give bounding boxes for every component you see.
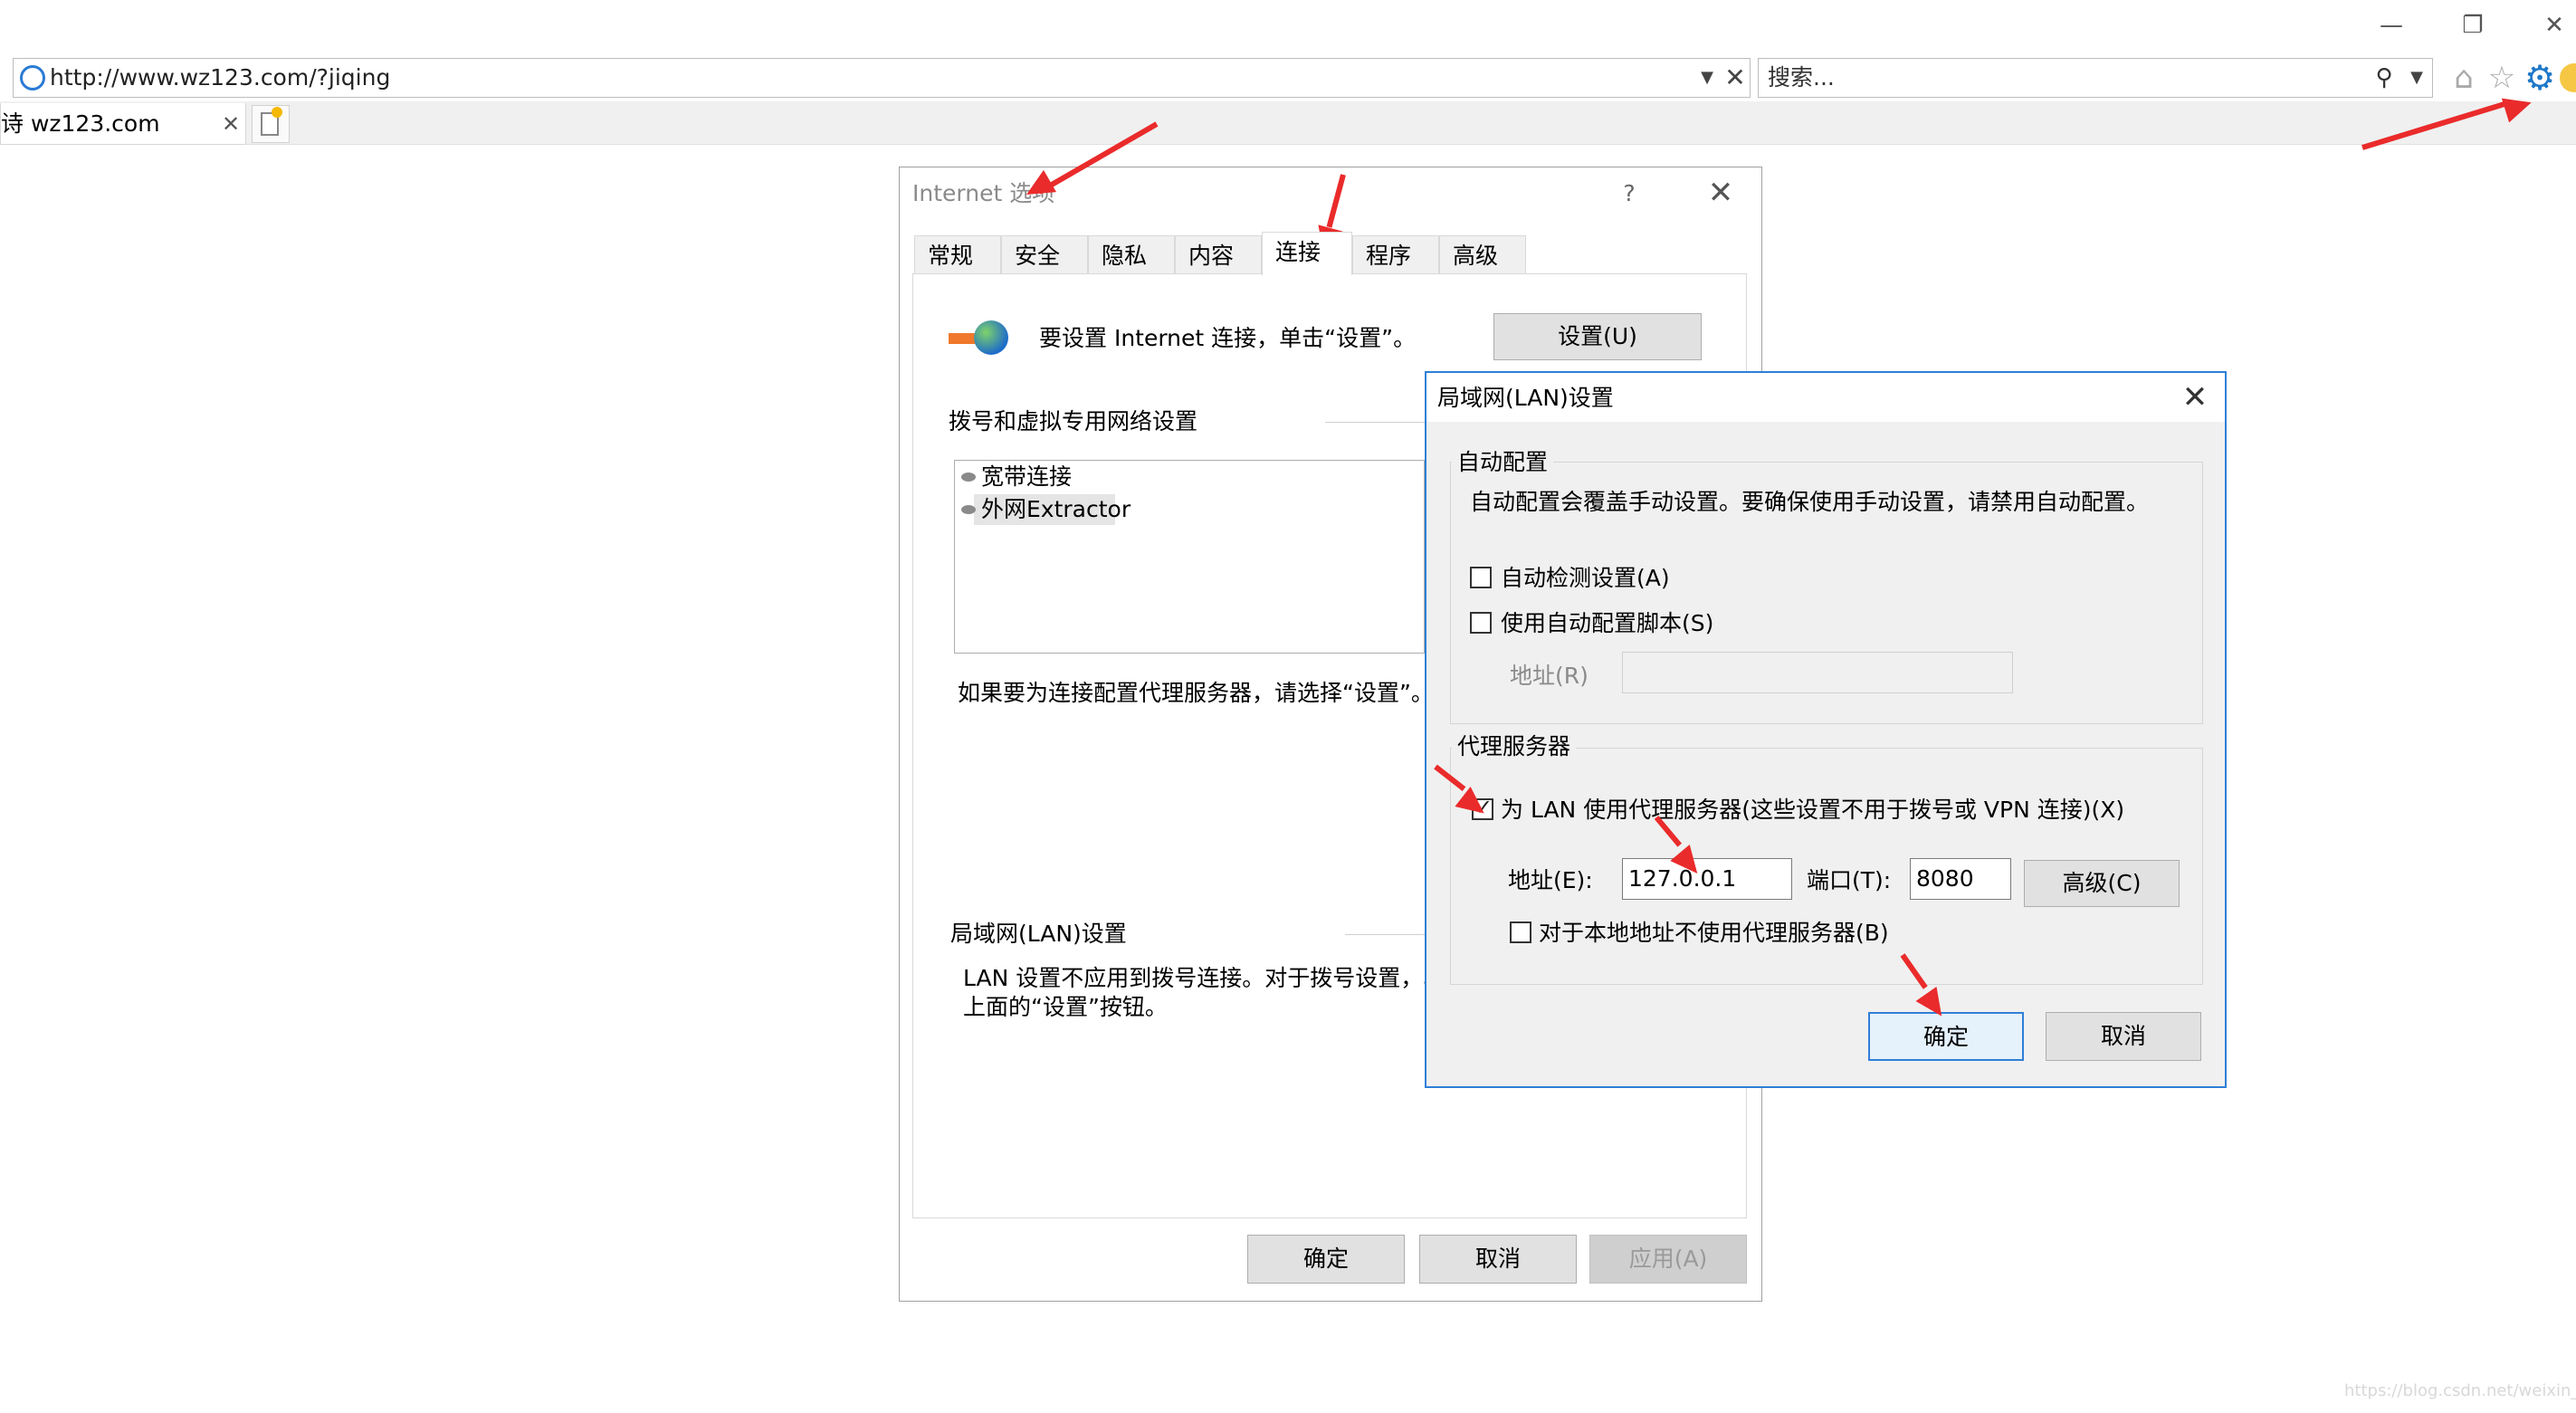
proxy-address-input[interactable]: 127.0.0.1: [1622, 858, 1792, 900]
address-dropdown-icon[interactable]: ▼: [1694, 58, 1720, 98]
watermark: https://blog.csdn.net/weixin_...: [2344, 1381, 2576, 1400]
lan-dialog-title: 局域网(LAN)设置: [1437, 385, 1614, 411]
bypass-local-checkbox[interactable]: [1510, 921, 1531, 943]
tab-content[interactable]: 内容: [1175, 235, 1262, 273]
dialup-section-label: 拨号和虚拟专用网络设置: [949, 408, 1198, 434]
lan-description: 上面的“设置”按钮。: [963, 994, 1168, 1020]
tab-security[interactable]: 安全: [1001, 235, 1088, 273]
proxy-hint-text: 如果要为连接配置代理服务器，请选择“设置”。: [958, 680, 1434, 706]
setup-button[interactable]: 设置(U): [1493, 313, 1702, 360]
ie-icon: [20, 65, 45, 91]
auto-script-label: 使用自动配置脚本(S): [1501, 610, 1714, 636]
help-button[interactable]: ?: [1611, 176, 1647, 212]
new-tab-star-icon: [272, 107, 282, 118]
search-icon[interactable]: ⚲: [2366, 58, 2402, 98]
window-close-button[interactable]: ✕: [2518, 5, 2576, 45]
lan-section-label: 局域网(LAN)设置: [950, 921, 1127, 947]
lan-ok-button[interactable]: 确定: [1868, 1012, 2024, 1061]
tab-general[interactable]: 常规: [914, 235, 1001, 273]
tab-close-icon[interactable]: ✕: [215, 103, 246, 145]
home-icon[interactable]: ⌂: [2446, 58, 2482, 98]
proxy-address-label: 地址(E):: [1508, 867, 1593, 893]
lan-cancel-button[interactable]: 取消: [2046, 1012, 2201, 1061]
proxy-port-label: 端口(T):: [1807, 867, 1892, 893]
restore-button[interactable]: ❐: [2437, 5, 2509, 45]
auto-config-label: 自动配置: [1452, 447, 1554, 478]
tab-connections[interactable]: 连接: [1262, 232, 1352, 275]
lan-description: LAN 设置不应用到拨号连接。对于拨号设置，单: [963, 965, 1446, 991]
proxy-port-input[interactable]: 8080: [1910, 858, 2011, 900]
tab-strip: [0, 101, 2576, 145]
auto-script-checkbox[interactable]: [1470, 612, 1492, 634]
globe-icon: [974, 320, 1008, 355]
proxy-advanced-button[interactable]: 高级(C): [2024, 860, 2180, 907]
setup-instruction: 要设置 Internet 连接，单击“设置”。: [1039, 325, 1417, 351]
auto-detect-label: 自动检测设置(A): [1501, 565, 1670, 591]
proxy-label: 代理服务器: [1452, 731, 1577, 762]
cancel-button[interactable]: 取消: [1419, 1235, 1577, 1284]
tab-privacy[interactable]: 隐私: [1088, 235, 1175, 273]
favorites-star-icon[interactable]: ☆: [2484, 58, 2520, 98]
list-item[interactable]: 宽带连接: [958, 462, 1072, 492]
bypass-local-label: 对于本地地址不使用代理服务器(B): [1539, 920, 1889, 946]
minimize-button[interactable]: —: [2355, 5, 2428, 45]
close-icon[interactable]: ✕: [2172, 377, 2218, 418]
tab-programs[interactable]: 程序: [1352, 235, 1439, 273]
search-input[interactable]: 搜索...: [1758, 58, 2433, 98]
script-address-label: 地址(R): [1510, 663, 1589, 689]
search-dropdown-icon[interactable]: ▼: [2404, 58, 2429, 98]
address-bar[interactable]: http://www.wz123.com/?jiqing: [13, 58, 1751, 98]
close-icon[interactable]: ✕: [1698, 172, 1743, 214]
apply-button[interactable]: 应用(A): [1589, 1235, 1747, 1284]
use-proxy-label: 为 LAN 使用代理服务器(这些设置不用于拨号或 VPN 连接)(X): [1501, 797, 2125, 823]
tab-advanced[interactable]: 高级: [1439, 235, 1526, 273]
auto-detect-checkbox[interactable]: [1470, 567, 1492, 588]
browser-tab[interactable]: 诗 wz123.com: [0, 103, 246, 145]
ok-button[interactable]: 确定: [1247, 1235, 1405, 1284]
address-stop-icon[interactable]: ✕: [1720, 58, 1751, 98]
script-address-field[interactable]: [1622, 652, 2013, 693]
list-item[interactable]: 外网Extractor: [958, 494, 1131, 525]
auto-config-note: 自动配置会覆盖手动设置。要确保使用手动设置，请禁用自动配置。: [1470, 489, 2150, 515]
